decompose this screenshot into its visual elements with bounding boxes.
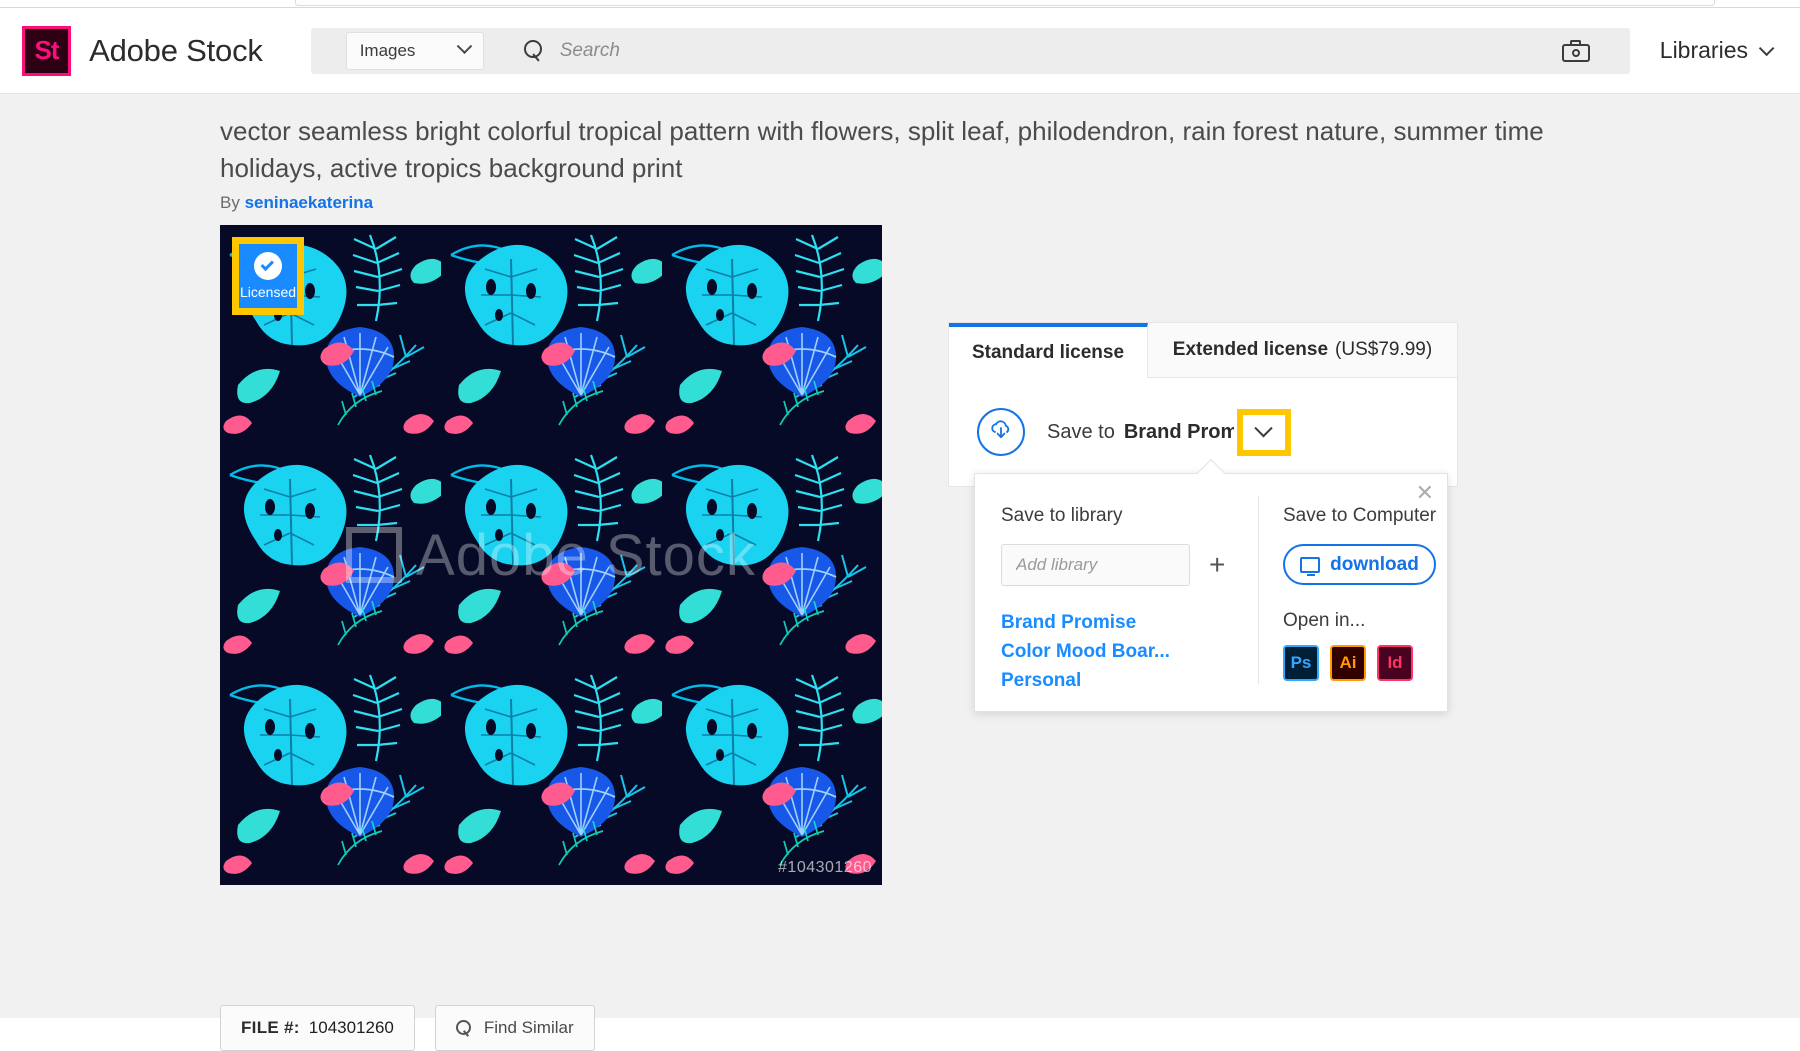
open-in-apps: Ps Ai Id: [1283, 645, 1447, 681]
dropdown-divider: [1258, 496, 1259, 684]
asset-preview[interactable]: Adobe Stock #104301260 Licensed: [220, 225, 882, 885]
by-label: By: [220, 193, 240, 212]
brand-name[interactable]: Adobe Stock: [89, 33, 263, 69]
file-number-button[interactable]: FILE #: 104301260: [220, 1005, 415, 1051]
category-select[interactable]: Images: [345, 31, 484, 70]
logo-text: St: [34, 35, 60, 65]
library-list: Brand Promise Color Mood Boar... Persona…: [1001, 608, 1258, 695]
save-to-computer-heading: Save to Computer: [1283, 505, 1437, 526]
open-in-label: Open in...: [1283, 610, 1366, 631]
download-button[interactable]: download: [1283, 544, 1436, 585]
artwork-image: [220, 225, 882, 885]
save-to-label: Save to: [1047, 420, 1115, 443]
address-bar[interactable]: [295, 0, 1715, 6]
tab-extended-license-price: (US$79.99): [1335, 339, 1433, 360]
adobe-stock-logo[interactable]: St: [22, 25, 72, 76]
close-icon[interactable]: ✕: [1416, 482, 1434, 504]
chevron-down-icon: [456, 38, 472, 55]
watermark-file-number: #104301260: [778, 859, 872, 876]
download-label: download: [1330, 553, 1419, 575]
save-to-library-heading: Save to library: [1001, 505, 1123, 526]
cloud-download-icon[interactable]: [977, 408, 1025, 456]
licensed-badge: Licensed: [239, 244, 297, 308]
check-circle-icon: [254, 252, 282, 280]
search-icon: [455, 1019, 473, 1037]
tab-standard-license-label: Standard license: [971, 341, 1125, 363]
save-to-computer-section: Save to Computer download Open in... Ps …: [1258, 474, 1447, 711]
search-icon: [523, 39, 546, 62]
chevron-down-icon: [1758, 40, 1775, 57]
author-link[interactable]: seninaekaterina: [245, 193, 374, 212]
tab-extended-license-label: Extended license: [1172, 339, 1329, 360]
byline: By seninaekaterina: [220, 193, 373, 213]
license-tabs: Standard license Extended license (US$79…: [949, 323, 1457, 378]
library-item-color-mood-board[interactable]: Color Mood Boar...: [1001, 637, 1258, 666]
main-content: vector seamless bright colorful tropical…: [0, 95, 1800, 1051]
app-illustrator-icon[interactable]: Ai: [1330, 645, 1366, 681]
page-root: St Adobe Stock Images Libraries vector s…: [0, 0, 1800, 1051]
asset-actions: FILE #: 104301260 Find Similar: [220, 1005, 595, 1051]
save-to-value: Brand Promis: [1123, 420, 1234, 443]
site-header: St Adobe Stock Images Libraries: [0, 8, 1800, 94]
library-item-personal[interactable]: Personal: [1001, 666, 1258, 695]
find-similar-label: Find Similar: [483, 1018, 574, 1037]
tab-standard-license[interactable]: Standard license: [949, 323, 1148, 378]
license-card: Standard license Extended license (US$79…: [948, 322, 1458, 487]
search-bar: Images: [310, 27, 1630, 74]
add-library-input[interactable]: [1001, 544, 1190, 586]
search-input[interactable]: [557, 38, 1562, 63]
app-indesign-icon[interactable]: Id: [1377, 645, 1413, 681]
libraries-label: Libraries: [1659, 37, 1748, 63]
save-to-library-section: Save to library + Brand Promise Color Mo…: [975, 474, 1258, 711]
file-number-label: FILE #:: [241, 1018, 300, 1037]
tab-extended-license[interactable]: Extended license (US$79.99): [1148, 323, 1457, 378]
find-similar-button[interactable]: Find Similar: [434, 1005, 595, 1051]
camera-search-icon[interactable]: [1561, 39, 1590, 62]
monitor-icon: [1300, 556, 1321, 576]
licensed-label: Licensed: [239, 284, 297, 300]
licensed-badge-highlight: Licensed: [232, 237, 304, 315]
save-to-dropdown-button[interactable]: [1236, 408, 1291, 456]
category-select-label: Images: [359, 40, 416, 60]
file-number-value: 104301260: [308, 1018, 394, 1037]
browser-chrome: [0, 0, 1800, 8]
save-to-dropdown-panel: ✕ Save to library + Brand Promise Color …: [974, 458, 1448, 712]
page-title: vector seamless bright colorful tropical…: [220, 116, 1544, 183]
library-item-brand-promise[interactable]: Brand Promise: [1001, 608, 1258, 637]
chevron-down-icon: [1254, 418, 1274, 437]
libraries-menu[interactable]: Libraries: [1659, 37, 1775, 64]
app-photoshop-icon[interactable]: Ps: [1283, 645, 1319, 681]
plus-icon[interactable]: +: [1209, 551, 1225, 579]
